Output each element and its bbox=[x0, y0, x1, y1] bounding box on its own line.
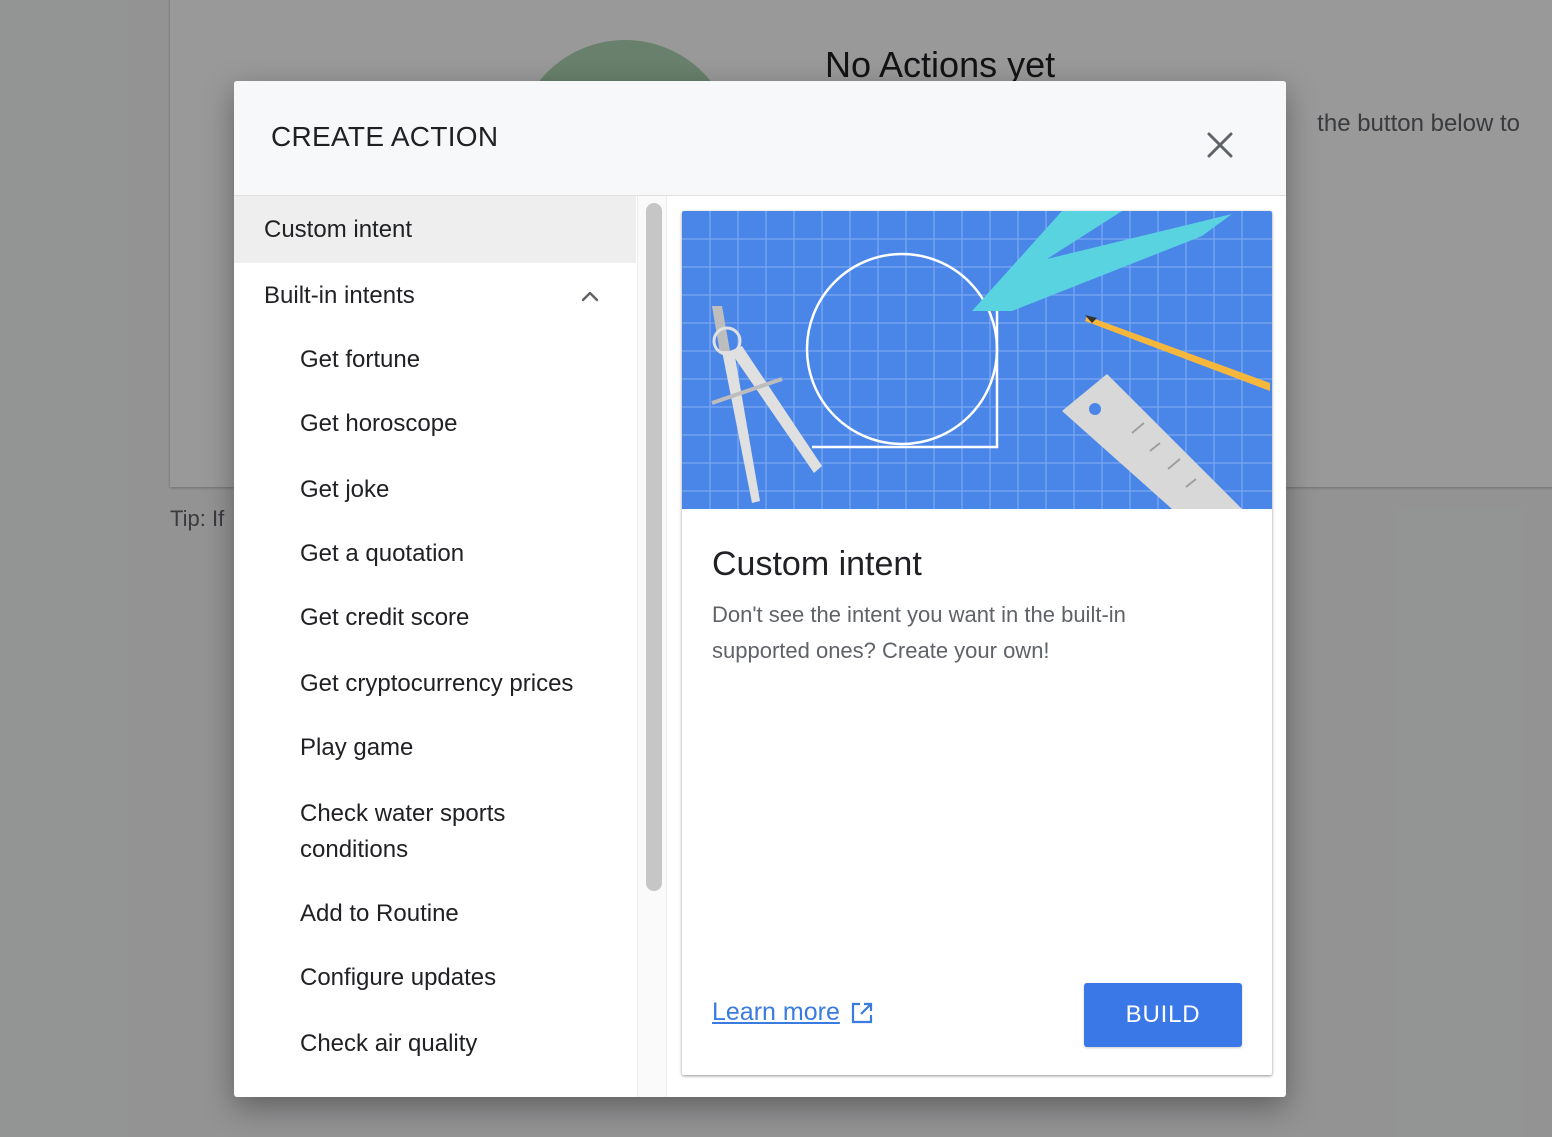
intent-item-label: Check air quality bbox=[300, 1030, 478, 1057]
scrollbar-thumb[interactable] bbox=[646, 203, 662, 891]
builtin-intents-header[interactable]: Built-in intents bbox=[234, 263, 636, 329]
intent-item-check-water-sports[interactable]: Check water sports conditions bbox=[234, 796, 636, 868]
dialog-header: CREATE ACTION bbox=[234, 81, 1286, 196]
intent-item-label: Get cryptocurrency prices bbox=[300, 670, 574, 697]
dialog-title: CREATE ACTION bbox=[271, 121, 499, 152]
intent-item-label: Custom intent bbox=[264, 216, 413, 243]
open-in-new-icon bbox=[851, 1002, 872, 1023]
intent-item-label: Play game bbox=[300, 734, 414, 761]
intent-item-label: Get fortune bbox=[300, 346, 421, 373]
intent-list: Custom intent Built-in intents Get fortu… bbox=[234, 196, 636, 1097]
dialog-body: Custom intent Built-in intents Get fortu… bbox=[234, 196, 1286, 1097]
intent-item-configure-updates[interactable]: Configure updates bbox=[234, 960, 636, 996]
intent-item-label: Add to Routine bbox=[300, 900, 459, 927]
chevron-up-icon[interactable] bbox=[580, 286, 600, 306]
preview-description: Don't see the intent you want in the bui… bbox=[712, 602, 1126, 663]
intent-item-add-to-routine[interactable]: Add to Routine bbox=[234, 896, 636, 932]
intent-item-get-joke[interactable]: Get joke bbox=[234, 472, 636, 508]
close-icon bbox=[1207, 132, 1233, 158]
learn-more-label: Learn more bbox=[712, 998, 840, 1026]
learn-more-link[interactable]: Learn more bbox=[712, 998, 874, 1027]
blueprint-illustration bbox=[682, 211, 1272, 509]
intent-item-custom[interactable]: Custom intent bbox=[234, 196, 636, 263]
preview-title: Custom intent bbox=[712, 545, 922, 583]
intent-item-get-horoscope[interactable]: Get horoscope bbox=[234, 406, 636, 442]
intent-item-label: Get horoscope bbox=[300, 410, 458, 437]
intent-preview-card: Custom intent Don't see the intent you w… bbox=[682, 211, 1272, 1075]
close-button[interactable] bbox=[1200, 125, 1240, 165]
intent-item-label: Configure updates bbox=[300, 964, 497, 991]
intent-item-play-game[interactable]: Play game bbox=[234, 730, 636, 766]
intent-item-get-cryptocurrency-prices[interactable]: Get cryptocurrency prices bbox=[234, 666, 636, 702]
builtin-intents-label: Built-in intents bbox=[264, 282, 415, 309]
create-action-dialog: CREATE ACTION Custom intent Built-in int… bbox=[234, 81, 1286, 1097]
intent-item-check-air-quality[interactable]: Check air quality bbox=[234, 1026, 636, 1062]
intent-item-label: Check water sports conditions bbox=[300, 800, 506, 863]
intent-item-label: Get credit score bbox=[300, 604, 470, 631]
intent-item-label: Get joke bbox=[300, 476, 390, 503]
intent-item-get-credit-score[interactable]: Get credit score bbox=[234, 600, 636, 636]
intent-item-get-quotation[interactable]: Get a quotation bbox=[234, 536, 636, 572]
build-button[interactable]: BUILD bbox=[1084, 983, 1242, 1047]
intent-item-get-fortune[interactable]: Get fortune bbox=[234, 342, 636, 378]
intent-item-label: Get a quotation bbox=[300, 540, 465, 567]
